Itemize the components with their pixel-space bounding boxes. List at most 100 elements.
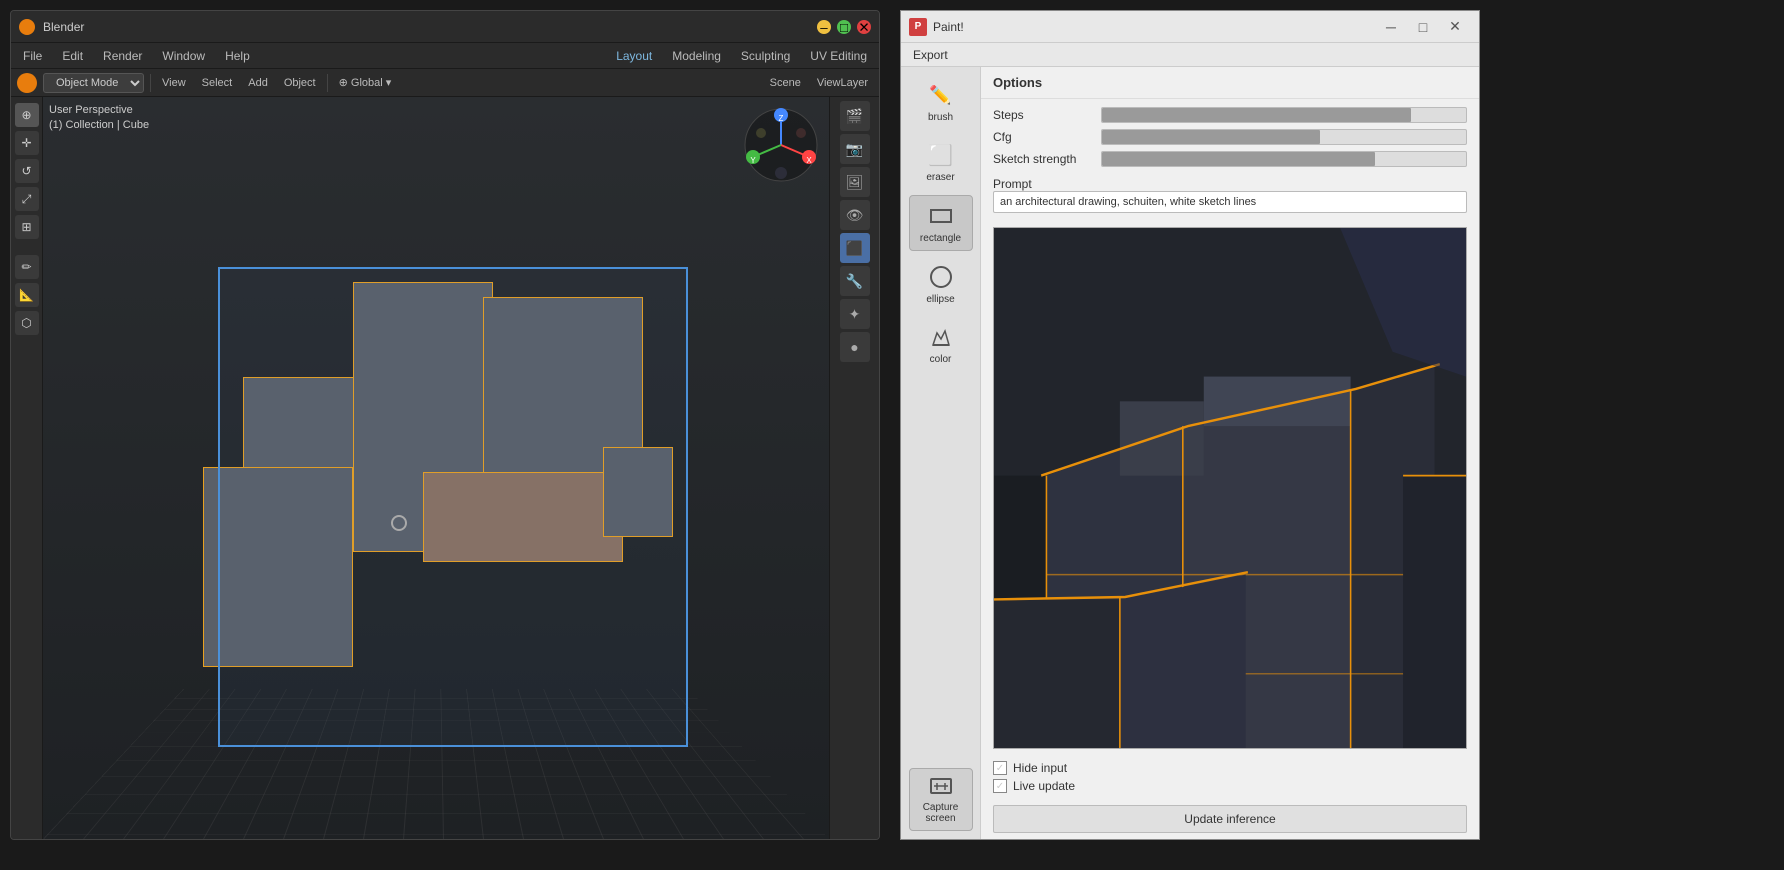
svg-text:Y: Y [750, 156, 756, 165]
menu-render[interactable]: Render [99, 47, 146, 65]
annotate-tool[interactable]: ✏ [15, 255, 39, 279]
render-scene [994, 228, 1466, 748]
paint-color-tool[interactable]: color [909, 317, 973, 371]
properties-material-icon[interactable]: ● [840, 332, 870, 362]
paint-close-button[interactable]: ✕ [1439, 13, 1471, 41]
sketch-strength-slider[interactable] [1101, 151, 1467, 167]
rotate-tool[interactable]: ↺ [15, 159, 39, 183]
toolbar-add[interactable]: Add [243, 75, 273, 91]
prompt-section: Prompt [993, 173, 1467, 213]
transform-tool[interactable]: ⊞ [15, 215, 39, 239]
workspace-uvediting-tab[interactable]: UV Editing [806, 47, 871, 65]
cfg-row: Cfg [993, 129, 1467, 145]
hide-input-row: ✓ Hide input [993, 761, 1467, 775]
paint-tools-panel: ✏️ brush ⬜ eraser rectangle [901, 67, 981, 839]
menu-help[interactable]: Help [221, 47, 254, 65]
blender-window: Blender – □ ✕ File Edit Render Window He… [10, 10, 880, 840]
blender-menu-bar: File Edit Render Window Help Layout Mode… [11, 43, 879, 69]
cage-tool[interactable]: ⬡ [15, 311, 39, 335]
toolbar-view[interactable]: View [157, 75, 191, 91]
paint-ellipse-tool[interactable]: ellipse [909, 257, 973, 311]
minimize-button[interactable]: – [817, 20, 831, 34]
paint-rectangle-tool[interactable]: rectangle [909, 195, 973, 251]
paint-titlebar: P Paint! ─ □ ✕ [901, 11, 1479, 43]
sketch-strength-label: Sketch strength [993, 152, 1093, 166]
capture-icon [929, 775, 953, 799]
viewport-label-collection: (1) Collection | Cube [49, 118, 149, 133]
measure-tool[interactable]: 📐 [15, 283, 39, 307]
toolbar-global[interactable]: ⊕ Global ▾ [334, 74, 397, 91]
right-properties-panel: 🎬 📷 🖼 👁 ⬛ 🔧 ✦ ● [829, 97, 879, 839]
color-label: color [930, 354, 952, 365]
mode-selector[interactable]: Object Mode [43, 73, 144, 93]
properties-object-icon[interactable]: ⬛ [840, 233, 870, 263]
eraser-icon: ⬜ [927, 141, 955, 169]
viewport-label-perspective: User Perspective [49, 103, 149, 118]
update-inference-button[interactable]: Update inference [993, 805, 1467, 833]
maximize-button[interactable]: □ [837, 20, 851, 34]
toolbar-sep2 [327, 74, 328, 92]
steps-row: Steps [993, 107, 1467, 123]
paint-logo-icon: P [909, 18, 927, 36]
workspace-sculpting-tab[interactable]: Sculpting [737, 47, 794, 65]
steps-label: Steps [993, 108, 1093, 122]
hide-input-checkbox[interactable]: ✓ [993, 761, 1007, 775]
paint-options-panel: Options Steps Cfg [981, 67, 1479, 839]
viewport-3d[interactable]: User Perspective (1) Collection | Cube [43, 97, 829, 839]
close-button[interactable]: ✕ [857, 20, 871, 34]
options-header: Options [981, 67, 1479, 99]
paint-window-controls: ─ □ ✕ [1375, 13, 1471, 41]
toolbar-object[interactable]: Object [279, 75, 321, 91]
ellipse-icon [927, 263, 955, 291]
cfg-slider[interactable] [1101, 129, 1467, 145]
eraser-label: eraser [926, 172, 954, 183]
blender-window-controls: – □ ✕ [817, 20, 871, 34]
sketch-strength-row: Sketch strength [993, 151, 1467, 167]
menu-window[interactable]: Window [158, 47, 209, 65]
svg-text:X: X [806, 156, 812, 165]
sketch-strength-slider-fill [1102, 152, 1375, 166]
live-update-checkbox[interactable]: ✓ [993, 779, 1007, 793]
paint-main-content: ✏️ brush ⬜ eraser rectangle [901, 67, 1479, 839]
toolbar-viewlayer[interactable]: ViewLayer [812, 75, 873, 91]
properties-scene-icon[interactable]: 🎬 [840, 101, 870, 131]
workspace-modeling-tab[interactable]: Modeling [668, 47, 725, 65]
viewport-label: User Perspective (1) Collection | Cube [49, 103, 149, 134]
toolbar-select[interactable]: Select [197, 75, 238, 91]
blender-logo-icon [19, 19, 35, 35]
paint-menu-export[interactable]: Export [909, 46, 952, 64]
properties-output-icon[interactable]: 🖼 [840, 167, 870, 197]
inference-image-container [993, 227, 1467, 749]
paint-window: P Paint! ─ □ ✕ Export ✏️ brush ⬜ eraser [900, 10, 1480, 840]
bottom-options: ✓ Hide input ✓ Live update [981, 755, 1479, 799]
menu-edit[interactable]: Edit [58, 47, 87, 65]
paint-eraser-tool[interactable]: ⬜ eraser [909, 135, 973, 189]
axis-svg: Z X Y [741, 105, 821, 185]
move-tool[interactable]: ✛ [15, 131, 39, 155]
menu-file[interactable]: File [19, 47, 46, 65]
paint-window-title: Paint! [933, 20, 1375, 34]
toolbar-bar: Object Mode View Select Add Object ⊕ Glo… [11, 69, 879, 97]
svg-text:Z: Z [779, 114, 784, 123]
cursor-tool[interactable]: ⊕ [15, 103, 39, 127]
viewport-area: ⊕ ✛ ↺ ⤢ ⊞ ✏ 📐 ⬡ User Perspective (1) Col… [11, 97, 879, 839]
paint-maximize-button[interactable]: □ [1407, 13, 1439, 41]
live-update-row: ✓ Live update [993, 779, 1467, 793]
properties-view-icon[interactable]: 👁 [840, 200, 870, 230]
toolbar-scene[interactable]: Scene [765, 75, 806, 91]
capture-screen-button[interactable]: Capture screen [909, 768, 973, 831]
properties-modifier-icon[interactable]: 🔧 [840, 266, 870, 296]
properties-render-icon[interactable]: 📷 [840, 134, 870, 164]
scale-tool[interactable]: ⤢ [15, 187, 39, 211]
blender-titlebar: Blender – □ ✕ [11, 11, 879, 43]
left-toolbar: ⊕ ✛ ↺ ⤢ ⊞ ✏ 📐 ⬡ [11, 97, 43, 839]
paint-minimize-button[interactable]: ─ [1375, 13, 1407, 41]
steps-slider[interactable] [1101, 107, 1467, 123]
rectangle-icon [927, 202, 955, 230]
workspace-layout-tab[interactable]: Layout [612, 47, 656, 65]
paint-brush-tool[interactable]: ✏️ brush [909, 75, 973, 129]
prompt-label: Prompt [993, 177, 1467, 191]
prompt-input[interactable] [993, 191, 1467, 213]
hide-input-label: Hide input [1013, 761, 1067, 775]
properties-particles-icon[interactable]: ✦ [840, 299, 870, 329]
